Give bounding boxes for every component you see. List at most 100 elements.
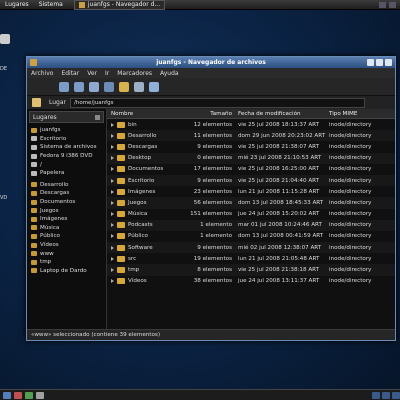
menu-marcadores[interactable]: Marcadores <box>113 70 156 77</box>
column-header-size[interactable]: Tamaño <box>188 111 235 117</box>
close-button[interactable] <box>385 59 392 66</box>
launcher-icon[interactable] <box>14 391 22 399</box>
expand-triangle-icon[interactable] <box>111 268 114 273</box>
menu-ver[interactable]: Ver <box>83 70 101 77</box>
expand-triangle-icon[interactable] <box>111 279 114 284</box>
expand-triangle-icon[interactable] <box>111 189 114 194</box>
home-icon[interactable] <box>119 81 129 92</box>
expand-triangle-icon[interactable] <box>111 256 114 261</box>
folder-icon <box>117 267 125 274</box>
workspace-icon[interactable] <box>382 391 390 399</box>
sidebar-item-trash[interactable]: Papelera <box>27 169 106 178</box>
expand-triangle-icon[interactable] <box>111 223 114 228</box>
sidebar-item-home[interactable]: juanfgs <box>27 126 106 135</box>
launcher-icon[interactable] <box>36 391 44 399</box>
expand-triangle-icon[interactable] <box>111 245 114 250</box>
table-row[interactable]: Imágenes 23 elementos lun 21 jul 2008 11:1… <box>107 186 395 197</box>
folder-icon <box>117 132 125 139</box>
location-input[interactable]: /home/juanfgs <box>70 97 365 108</box>
expand-triangle-icon[interactable] <box>111 144 114 149</box>
table-row[interactable]: Escritorio 9 elementos vie 25 jul 2008 21:… <box>107 174 395 187</box>
sidebar-item-bookmark[interactable]: Documentos <box>27 198 106 207</box>
window-titlebar[interactable]: juanfgs - Navegador de archivos <box>27 57 395 68</box>
table-row[interactable]: Juegos 56 elementos dom 13 jul 2008 18:45:… <box>107 197 395 209</box>
menu-sistema[interactable]: Sistema <box>34 1 68 8</box>
column-header-date[interactable]: Fecha de modificación <box>235 111 326 117</box>
expand-triangle-icon[interactable] <box>111 133 114 138</box>
expand-triangle-icon[interactable] <box>111 156 114 161</box>
menu-editar[interactable]: Editar <box>57 70 83 77</box>
table-row[interactable]: Desktop 0 elementos mié 23 jul 2008 21:10:… <box>107 152 395 164</box>
sidebar-item-bookmark[interactable]: Imágenes <box>27 215 106 224</box>
table-row[interactable]: Desarrollo 11 elementos dom 29 jun 2008 20… <box>107 130 395 142</box>
sidebar-item-bookmark[interactable]: www <box>27 249 106 258</box>
table-row[interactable]: Descargas 9 elementos vie 25 jul 2008 21:3… <box>107 141 395 152</box>
taskbar-window-button[interactable]: juanfgs - Navegador d... <box>73 0 166 10</box>
close-icon[interactable] <box>95 114 100 120</box>
sidebar-item-bookmark[interactable]: Desarrollo <box>27 181 106 190</box>
taskbar-window-title: juanfgs - Navegador d... <box>87 1 161 8</box>
column-header-mime[interactable]: Tipo MIME <box>326 111 389 117</box>
sidebar-item-bookmark[interactable]: Vídeos <box>27 241 106 250</box>
sidebar-header[interactable]: Lugares <box>29 111 104 123</box>
expand-triangle-icon[interactable] <box>111 212 114 217</box>
sidebar-item-filesystem[interactable]: Sistema de archivos <box>27 143 106 152</box>
computer-icon[interactable] <box>134 81 144 92</box>
tray-icon[interactable] <box>389 1 396 8</box>
forward-icon[interactable] <box>74 81 84 92</box>
computer-icon <box>0 34 10 44</box>
expand-triangle-icon[interactable] <box>111 200 114 205</box>
sidebar-item-escritorio[interactable]: Escritorio <box>27 135 106 144</box>
menu-archivo[interactable]: Archivo <box>27 70 57 77</box>
tray-icon[interactable] <box>379 1 386 8</box>
edit-location-icon[interactable] <box>32 98 41 107</box>
up-icon[interactable] <box>89 81 99 92</box>
drive-icon <box>31 162 37 168</box>
table-row[interactable]: src 19 elementos lun 21 jul 2008 21:05:48 … <box>107 253 395 264</box>
workspace-icon[interactable] <box>372 391 380 399</box>
table-row[interactable]: Público 1 elemento dom 13 jul 2008 00:41:5… <box>107 231 395 242</box>
maximize-button[interactable] <box>376 59 383 66</box>
minimize-button[interactable] <box>367 59 374 66</box>
table-row[interactable]: bin 12 elementos vie 25 jul 2008 18:13:37 … <box>107 119 395 130</box>
file-size: 1 elemento <box>200 222 232 229</box>
file-size: 9 elementos <box>197 143 232 150</box>
sidebar-item-bookmark[interactable]: Música <box>27 224 106 233</box>
table-row[interactable]: Podcasts 1 elemento mar 01 jul 2008 10:24:… <box>107 219 395 231</box>
desktop-icon[interactable] <box>0 34 24 45</box>
table-row[interactable]: Documentos 17 elementos vie 25 jul 2008 16… <box>107 164 395 175</box>
expand-triangle-icon[interactable] <box>111 178 114 183</box>
folder-icon <box>31 208 37 214</box>
desktop-icon[interactable]: DE <box>0 66 24 72</box>
expand-triangle-icon[interactable] <box>111 234 114 239</box>
table-row[interactable]: Música 151 elementos jue 24 jul 2008 15:20… <box>107 209 395 220</box>
file-name-cell: Música <box>107 211 188 218</box>
table-row[interactable]: tmp 8 elementos vie 25 jul 2008 21:38:18 A… <box>107 264 395 276</box>
reload-icon[interactable] <box>104 81 114 92</box>
desktop-icon[interactable]: VD <box>0 195 24 201</box>
sidebar-item-dvd[interactable]: Fedora 9 i386 DVD <box>27 152 106 161</box>
back-icon[interactable] <box>59 81 69 92</box>
show-desktop-icon[interactable] <box>3 391 11 399</box>
menu-lugares[interactable]: Lugares <box>0 1 34 8</box>
file-size: 23 elementos <box>193 188 232 195</box>
folder-icon <box>117 222 125 229</box>
sidebar-item-bookmark[interactable]: Público <box>27 232 106 241</box>
sidebar-item-bookmark[interactable]: tmp <box>27 258 106 267</box>
sidebar-item-bookmark[interactable]: Juegos <box>27 206 106 215</box>
sidebar-item-bookmark[interactable]: Descargas <box>27 189 106 198</box>
expand-triangle-icon[interactable] <box>111 122 114 127</box>
table-row[interactable]: Vídeos 38 elementos jue 24 jul 2008 13:11:… <box>107 276 395 287</box>
file-date: mié 23 jul 2008 21:10:53 ART <box>238 155 322 162</box>
file-name: src <box>128 255 137 262</box>
launcher-icon[interactable] <box>25 391 33 399</box>
sidebar-item-bookmark[interactable]: Laptop de Dardo <box>27 267 106 276</box>
column-header-name[interactable]: Nombre <box>107 111 188 117</box>
workspace-icon[interactable] <box>392 391 400 399</box>
menu-ir[interactable]: Ir <box>101 70 113 77</box>
expand-triangle-icon[interactable] <box>111 167 114 172</box>
menu-ayuda[interactable]: Ayuda <box>156 70 183 77</box>
sidebar-item-root[interactable]: / <box>27 160 106 169</box>
table-row[interactable]: Software 9 elementos mié 02 jul 2008 12:38… <box>107 242 395 254</box>
search-icon[interactable] <box>149 81 159 92</box>
